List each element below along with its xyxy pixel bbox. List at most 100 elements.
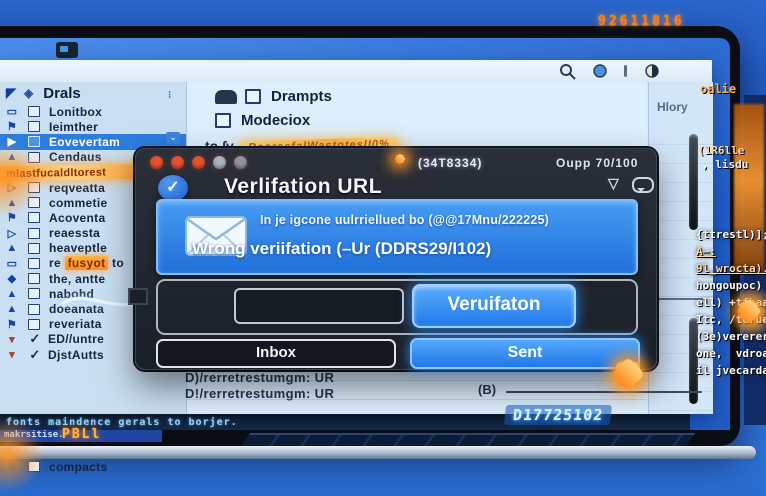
sidebar-title: Drals [43, 85, 81, 102]
triangle-down-icon[interactable]: ▽ [608, 175, 619, 192]
dialog-notch [128, 288, 148, 305]
folder-glyph-icon: ⚑ [5, 318, 19, 331]
message-line2: Wrong veriifation (–Ur (DDRS29/I102) [192, 239, 491, 259]
code-fragment-mid1: (1R6lle [698, 144, 744, 157]
below-dialog-line1: D)/rerretrestumgm: UR [185, 370, 334, 385]
inbox-button[interactable]: Inbox [156, 339, 396, 368]
spark-icon [392, 151, 408, 167]
traffic-dot[interactable] [213, 156, 226, 169]
content-row2-label: Modeciox [241, 112, 310, 129]
checkbox-icon[interactable] [28, 106, 40, 117]
dialog-title: Verlifation URL [224, 175, 382, 199]
search-icon [561, 65, 575, 79]
traffic-light-dots[interactable] [150, 156, 247, 169]
traffic-dot[interactable] [192, 156, 205, 169]
dialog-count-badge: (34T8334) [418, 156, 482, 170]
divider-icon [624, 65, 627, 77]
sidebar-header[interactable]: ◤ ◈ Drals [0, 82, 186, 104]
message-line1: In je igcone uulrriellued bo (@@17Mnu/22… [260, 213, 549, 227]
cursor-icon: ◤ [6, 85, 16, 101]
traffic-dot[interactable] [234, 156, 247, 169]
content-row-drafts[interactable]: Drampts [215, 88, 332, 105]
sidebar-item-label: re fusyot to [49, 256, 124, 270]
sidebar-item-label: Ieimther [49, 120, 98, 134]
code-line: A–: [696, 243, 766, 260]
sidebar-item-label: Eovevertam [49, 135, 120, 149]
sidebar-item-label: reqveatta [49, 181, 105, 195]
folder-glyph-icon: ▭ [5, 105, 19, 118]
diamond-check-icon: ◈ [24, 86, 33, 100]
dialog-score-badge: Oupp 70/100 [556, 156, 638, 170]
window-toolbar [0, 60, 712, 83]
glow-badge: D17725102 [504, 405, 612, 425]
verify-button[interactable]: Veruifaton [412, 284, 576, 328]
traffic-dot[interactable] [171, 156, 184, 169]
history-panel-label: Hlory [657, 100, 688, 114]
scrollbar-thumb[interactable] [689, 134, 698, 230]
record-icon [594, 65, 606, 77]
comment-bubble-icon[interactable] [632, 177, 654, 193]
code-line: (3e)vererert [696, 328, 766, 345]
code-line: {ttrestl)]; [696, 226, 766, 243]
folder-glyph-icon: ◆ [5, 272, 19, 285]
folder-glyph-icon: ▭ [5, 257, 19, 270]
below-dialog-line2: D!/rerretrestumgm: UR [185, 386, 334, 401]
sidebar-item-label: commetie [49, 196, 107, 210]
sent-button[interactable]: Sent [410, 338, 640, 369]
left-glow [0, 415, 42, 495]
checkbox-icon[interactable] [28, 258, 40, 269]
code-line: hongoupoc) [696, 277, 766, 294]
content-row1-label: Drampts [271, 88, 332, 105]
status-tag: PBLl [62, 427, 101, 442]
checkbox-icon[interactable] [245, 89, 261, 104]
message-panel: In je igcone uulrriellued bo (@@17Mnu/22… [156, 199, 638, 275]
footnote-line [506, 391, 702, 393]
folder-glyph-icon: ▾ [5, 333, 19, 346]
sidebar-item[interactable]: ▭ Lonitbox [0, 104, 186, 119]
verification-dialog: (34T8334) Oupp 70/100 ✓ Verlifation URL … [135, 148, 657, 370]
content-row-modeciox[interactable]: Modeciox [215, 112, 310, 129]
sidebar-item-label: Cendaus [49, 150, 102, 164]
sidebar-item-label: heaveptle [49, 241, 107, 255]
sidebar-item[interactable]: ⚑ Ieimther [0, 119, 186, 134]
left-glow [0, 140, 40, 220]
folder-blob-icon [215, 90, 237, 104]
sidebar-item-label: DjstAutts [48, 348, 104, 362]
folder-glyph-icon: ⚑ [5, 120, 19, 133]
sidebar-item-label: Acoventa [49, 211, 105, 225]
checkbox-icon[interactable] [28, 273, 40, 284]
code-line: 9l_wrocta).. [696, 260, 766, 277]
checkbox-icon[interactable] [28, 304, 40, 315]
traffic-dot[interactable] [150, 156, 163, 169]
checkbox-icon[interactable] [28, 243, 40, 254]
screenshot-stage: 92611816 ◤ ◈ Drals ▭Lonitbox⚑Ieimther▶Eo… [0, 0, 766, 496]
chevron-down-icon[interactable]: ⌄ [166, 132, 180, 144]
sidebar-item-label: Lonitbox [49, 105, 102, 119]
checkbox-icon[interactable] [215, 113, 231, 128]
code-fragment-top: oalie [700, 82, 736, 96]
checkmark-icon: ✓ [28, 347, 42, 363]
checkbox-icon[interactable] [28, 228, 40, 239]
code-fragment-mid2: , lisdu [702, 158, 748, 171]
code-input[interactable] [234, 288, 404, 324]
folder-glyph-icon: ▲ [5, 288, 19, 300]
folder-glyph-icon: ▲ [5, 303, 19, 315]
sidebar-item-label: compacts [49, 460, 107, 474]
spark-icon [736, 298, 762, 324]
checkmark-icon: ✓ [28, 331, 42, 347]
dots-icon: ⁝ [168, 90, 171, 101]
checkbox-icon[interactable] [28, 288, 40, 299]
code-line: one, vdroad [696, 345, 766, 362]
sidebar-item-label: ED//untre [48, 332, 104, 346]
sidebar-item-label: reaessta [49, 226, 100, 240]
spark-icon [612, 358, 644, 390]
led-display: 92611816 [598, 14, 685, 29]
toolbar-icons[interactable] [552, 62, 702, 80]
verify-control-group: Veruifaton [156, 279, 638, 335]
checkbox-icon[interactable] [28, 319, 40, 330]
folder-glyph-icon: ▲ [5, 242, 19, 254]
checkbox-icon[interactable] [28, 121, 40, 132]
check-badge-icon: ✓ [158, 175, 188, 201]
code-line: il jvecardar [696, 362, 766, 379]
app-tab-icon[interactable] [56, 42, 78, 58]
